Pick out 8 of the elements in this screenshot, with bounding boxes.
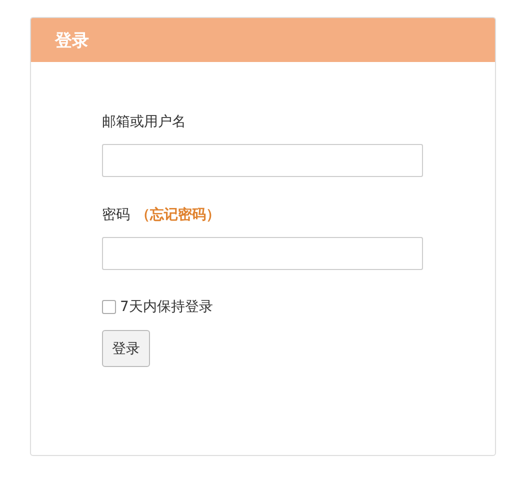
checkbox[interactable]	[102, 300, 116, 314]
checkbox-label: 7天内保持登录	[120, 298, 213, 316]
field-label: 密码	[102, 206, 130, 224]
input-field[interactable]	[102, 237, 423, 270]
login-button[interactable]: 登录	[102, 330, 150, 367]
field-label: 邮箱或用户名	[102, 113, 186, 131]
card-title: 登录	[55, 30, 89, 52]
input-field[interactable]	[102, 144, 423, 177]
